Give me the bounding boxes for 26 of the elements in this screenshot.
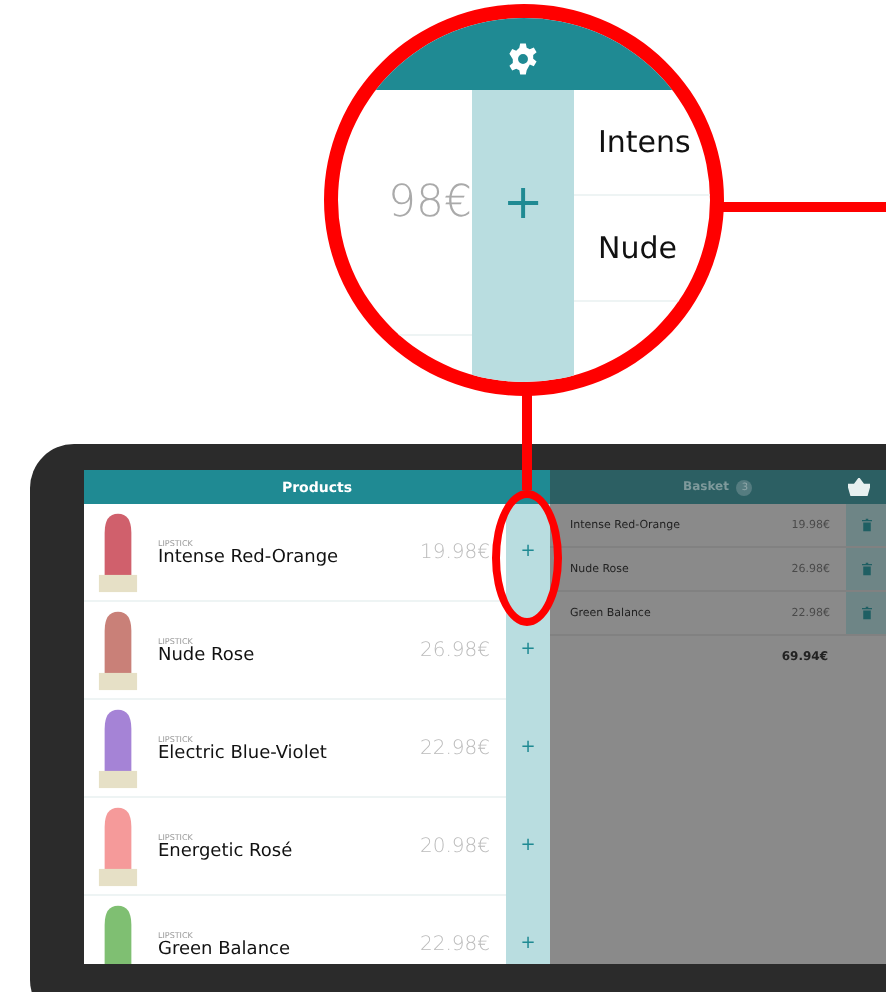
product-price: 22.98€: [418, 737, 490, 759]
product-name: Nude Rose: [158, 645, 257, 665]
basket-item-name: Intens: [598, 124, 691, 160]
trash-icon: [861, 518, 871, 532]
product-price: 20.98€: [418, 835, 490, 857]
product-price: 98€: [388, 177, 472, 227]
basket-icon[interactable]: [848, 478, 870, 496]
lipstick-icon: [96, 706, 140, 790]
product-price: 26.98€: [418, 639, 490, 661]
lipstick-icon: [96, 510, 140, 594]
product-name: Green Balance: [158, 939, 293, 959]
focus-ring: [492, 490, 562, 626]
add-button[interactable]: +: [502, 174, 544, 230]
product-name: Intense Red-Orange: [158, 547, 341, 567]
lipstick-icon: [96, 804, 140, 888]
trash-icon: [861, 562, 871, 576]
trash-icon: [861, 606, 871, 620]
settings-icon[interactable]: [506, 41, 540, 75]
product-price: 19.98€: [418, 541, 490, 563]
delete-button[interactable]: [846, 592, 886, 634]
product-name: Energetic Rosé: [158, 841, 295, 861]
lipstick-icon: [96, 608, 140, 692]
delete-button[interactable]: [846, 548, 886, 590]
product-name: Electric Blue-Violet: [158, 743, 329, 763]
basket-item-name: Nude: [598, 230, 677, 266]
product-price: 22.98€: [418, 933, 490, 955]
